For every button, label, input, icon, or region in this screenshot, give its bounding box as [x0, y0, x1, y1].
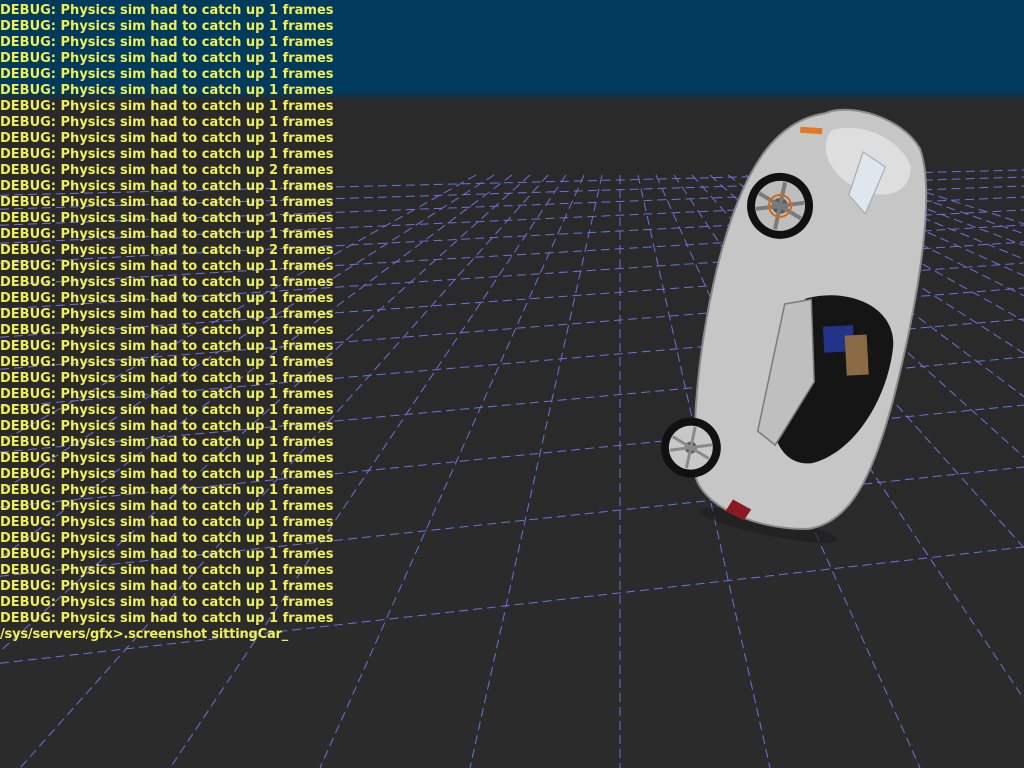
- console-log-line: DEBUG: Physics sim had to catch up 1 fra…: [0, 611, 334, 626]
- console-prompt-text[interactable]: /sys/servers/gfx>.screenshot sittingCar_: [0, 627, 288, 642]
- console-log-line: DEBUG: Physics sim had to catch up 1 fra…: [0, 51, 334, 66]
- car-seat-tan: [844, 334, 869, 376]
- console-log-line: DEBUG: Physics sim had to catch up 1 fra…: [0, 483, 334, 498]
- console-log-line: DEBUG: Physics sim had to catch up 1 fra…: [0, 323, 334, 338]
- console-log-line: DEBUG: Physics sim had to catch up 1 fra…: [0, 115, 334, 130]
- console-log-line: DEBUG: Physics sim had to catch up 1 fra…: [0, 3, 334, 18]
- console-log-line: DEBUG: Physics sim had to catch up 1 fra…: [0, 83, 334, 98]
- console-log-line: DEBUG: Physics sim had to catch up 1 fra…: [0, 307, 334, 322]
- console-log-line: DEBUG: Physics sim had to catch up 1 fra…: [0, 435, 334, 450]
- console-log-line: DEBUG: Physics sim had to catch up 1 fra…: [0, 467, 334, 482]
- grid-line: [469, 174, 603, 768]
- console-log-line: DEBUG: Physics sim had to catch up 1 fra…: [0, 35, 334, 50]
- console-log-line: DEBUG: Physics sim had to catch up 1 fra…: [0, 499, 334, 514]
- console-log-line: DEBUG: Physics sim had to catch up 1 fra…: [0, 387, 334, 402]
- console-log-line: DEBUG: Physics sim had to catch up 1 fra…: [0, 451, 334, 466]
- console-log-line: DEBUG: Physics sim had to catch up 1 fra…: [0, 147, 334, 162]
- console-log-line: DEBUG: Physics sim had to catch up 1 fra…: [0, 595, 334, 610]
- console-log-line: DEBUG: Physics sim had to catch up 1 fra…: [0, 227, 334, 242]
- console-log-line: DEBUG: Physics sim had to catch up 1 fra…: [0, 211, 334, 226]
- console-command-prompt[interactable]: /sys/servers/gfx>.screenshot sittingCar_: [0, 627, 288, 643]
- console-log-line: DEBUG: Physics sim had to catch up 1 fra…: [0, 563, 334, 578]
- console-log-line: DEBUG: Physics sim had to catch up 1 fra…: [0, 531, 334, 546]
- console-log-line: DEBUG: Physics sim had to catch up 1 fra…: [0, 579, 334, 594]
- console-log-line: DEBUG: Physics sim had to catch up 2 fra…: [0, 163, 334, 178]
- console-log-line: DEBUG: Physics sim had to catch up 1 fra…: [0, 403, 334, 418]
- console-log-line: DEBUG: Physics sim had to catch up 2 fra…: [0, 243, 334, 258]
- console-log-line: DEBUG: Physics sim had to catch up 1 fra…: [0, 131, 334, 146]
- console-log-line: DEBUG: Physics sim had to catch up 1 fra…: [0, 339, 334, 354]
- console-log-line: DEBUG: Physics sim had to catch up 1 fra…: [0, 99, 334, 114]
- console-log-line: DEBUG: Physics sim had to catch up 1 fra…: [0, 291, 334, 306]
- console-log-line: DEBUG: Physics sim had to catch up 1 fra…: [0, 275, 334, 290]
- console-log-line: DEBUG: Physics sim had to catch up 1 fra…: [0, 419, 334, 434]
- car-model[interactable]: [647, 85, 952, 555]
- console-log-line: DEBUG: Physics sim had to catch up 1 fra…: [0, 355, 334, 370]
- render-viewport[interactable]: DEBUG: Physics sim had to catch up 1 fra…: [0, 0, 1024, 768]
- console-log-line: DEBUG: Physics sim had to catch up 1 fra…: [0, 515, 334, 530]
- console-log-line: DEBUG: Physics sim had to catch up 1 fra…: [0, 371, 334, 386]
- debug-console-log: DEBUG: Physics sim had to catch up 1 fra…: [0, 3, 420, 627]
- console-log-line: DEBUG: Physics sim had to catch up 1 fra…: [0, 259, 334, 274]
- console-log-line: DEBUG: Physics sim had to catch up 1 fra…: [0, 195, 334, 210]
- console-log-line: DEBUG: Physics sim had to catch up 1 fra…: [0, 179, 334, 194]
- console-log-line: DEBUG: Physics sim had to catch up 1 fra…: [0, 19, 334, 34]
- console-log-line: DEBUG: Physics sim had to catch up 1 fra…: [0, 547, 334, 562]
- console-log-line: DEBUG: Physics sim had to catch up 1 fra…: [0, 67, 334, 82]
